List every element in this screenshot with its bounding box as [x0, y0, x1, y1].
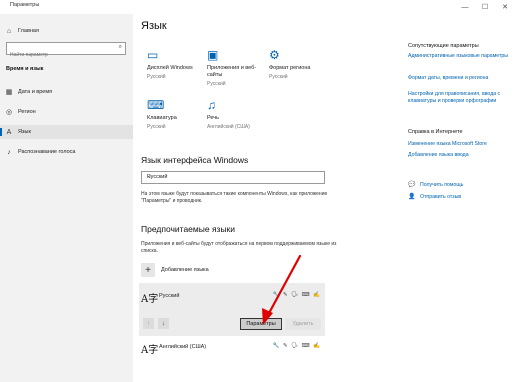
sidebar-item-date-time[interactable]: ▦ Дата и время	[0, 85, 133, 99]
add-language-label: Добавление языка	[161, 267, 209, 273]
tile-keyboard[interactable]: ⌨ Клавиатура Русский	[147, 98, 207, 130]
language-row-english[interactable]: A字 Английский (США) 🔧 ✎ 🗣 ⌨ ✍	[139, 338, 325, 358]
apps-icon: ▣	[207, 48, 219, 62]
preferred-languages-heading: Предпочитаемые языки	[141, 224, 236, 234]
sidebar: ⌂ Главная ⌕ Время и язык ▦ Дата и время …	[0, 14, 133, 382]
get-help-label: Получить помощь	[420, 181, 464, 188]
sidebar-home[interactable]: ⌂ Главная	[0, 24, 133, 38]
sidebar-item-label: Регион	[18, 109, 36, 115]
tile-value: Русский	[207, 81, 226, 87]
sidebar-item-label: Язык	[18, 129, 31, 135]
tile-value: Русский	[147, 74, 166, 80]
sidebar-section-label: Время и язык	[6, 66, 44, 72]
tile-label: Дисплей Windows	[147, 65, 193, 71]
microphone-icon: ♪	[7, 148, 11, 156]
options-button[interactable]: Параметры	[240, 318, 282, 330]
help-heading: Справка в Интернете	[408, 129, 463, 135]
microphone-icon: ♫	[207, 98, 216, 112]
globe-icon: ◎	[5, 109, 13, 116]
link-admin-language[interactable]: Административные языковые параметры	[408, 53, 508, 60]
sidebar-item-label: Распознавание голоса	[18, 149, 76, 155]
search-icon[interactable]: ⌕	[119, 44, 122, 51]
tile-label: Клавиатура	[147, 115, 177, 121]
language-icon: A	[6, 128, 12, 136]
interface-language-select[interactable]: Русский ⌄	[141, 171, 325, 184]
language-name: Русский	[159, 293, 180, 299]
tile-windows-display[interactable]: ▭ Дисплей Windows Русский	[147, 48, 207, 80]
language-features-icons: 🔧 ✎ 🗣 ⌨ ✍	[272, 292, 321, 298]
arrow-down-icon: ↓	[162, 320, 165, 327]
link-add-input-language[interactable]: Добавление языка ввода	[408, 152, 508, 159]
page-title: Язык	[141, 20, 167, 32]
remove-button[interactable]: Удалить	[285, 318, 321, 330]
link-change-store-language[interactable]: Изменение языка Microsoft Store	[408, 141, 508, 148]
arrow-up-icon: ↑	[147, 320, 150, 327]
tile-apps-websites[interactable]: ▣ Приложения и веб-сайты Русский	[207, 48, 267, 87]
plus-icon: +	[141, 263, 155, 277]
feedback-label: Отправить отзыв	[420, 193, 462, 200]
language-glyph-icon: A字	[141, 345, 159, 356]
sidebar-item-speech[interactable]: ♪ Распознавание голоса	[0, 145, 133, 159]
monitor-icon: ▭	[147, 48, 159, 62]
feedback-icon: 👤	[408, 194, 416, 200]
tile-label: Формат региона	[269, 65, 311, 71]
move-up-button[interactable]: ↑	[143, 318, 154, 329]
interface-language-description: На этом языке будут показываться такие к…	[141, 191, 328, 204]
format-region-icon: ⚙	[269, 48, 280, 62]
window-title: Параметры	[10, 2, 40, 8]
tile-value: Русский	[269, 74, 288, 80]
search-input[interactable]	[7, 49, 107, 61]
feedback-link[interactable]: 👤 Отправить отзыв	[408, 193, 462, 201]
search-box[interactable]: ⌕	[6, 42, 126, 61]
related-settings-heading: Сопутствующие параметры	[408, 43, 479, 49]
keyboard-icon: ⌨	[147, 98, 165, 112]
move-down-button[interactable]: ↓	[158, 318, 169, 329]
calendar-icon: ▦	[5, 89, 13, 96]
tile-label: Приложения и веб-сайты	[207, 65, 257, 78]
help-chat-icon: 💬	[408, 182, 416, 188]
link-spelling-typing[interactable]: Настройки для правописания, ввода с клав…	[408, 91, 508, 105]
sidebar-item-language[interactable]: A Язык	[0, 125, 133, 139]
language-name: Английский (США)	[159, 344, 207, 350]
get-help-link[interactable]: 💬 Получить помощь	[408, 181, 464, 189]
preferred-languages-description: Приложения и веб-сайты будут отображатьс…	[141, 241, 337, 254]
home-icon: ⌂	[6, 27, 12, 35]
link-date-time-region[interactable]: Формат даты, времени и региона	[408, 75, 508, 82]
chevron-down-icon: ⌄	[147, 174, 153, 180]
language-glyph-icon: A字	[141, 294, 159, 305]
language-features-icons: 🔧 ✎ 🗣 ⌨ ✍	[272, 343, 321, 349]
sidebar-item-region[interactable]: ◎ Регион	[0, 105, 133, 119]
main-content: Язык ▭ Дисплей Windows Русский ▣ Приложе…	[133, 0, 515, 382]
tile-value: Русский	[147, 124, 166, 130]
tile-value: Английский (США)	[207, 124, 250, 130]
tile-label: Речь	[207, 115, 220, 121]
tile-region-format[interactable]: ⚙ Формат региона Русский	[269, 48, 329, 80]
language-row-russian[interactable]: A字 Русский 🔧 ✎ 🗣 ⌨ ✍	[139, 287, 325, 307]
interface-language-heading: Язык интерфейса Windows	[141, 155, 249, 165]
sidebar-home-label: Главная	[18, 28, 39, 34]
tile-speech[interactable]: ♫ Речь Английский (США)	[207, 98, 267, 130]
sidebar-item-label: Дата и время	[18, 89, 53, 95]
add-language-button[interactable]: + Добавление языка	[141, 263, 209, 277]
